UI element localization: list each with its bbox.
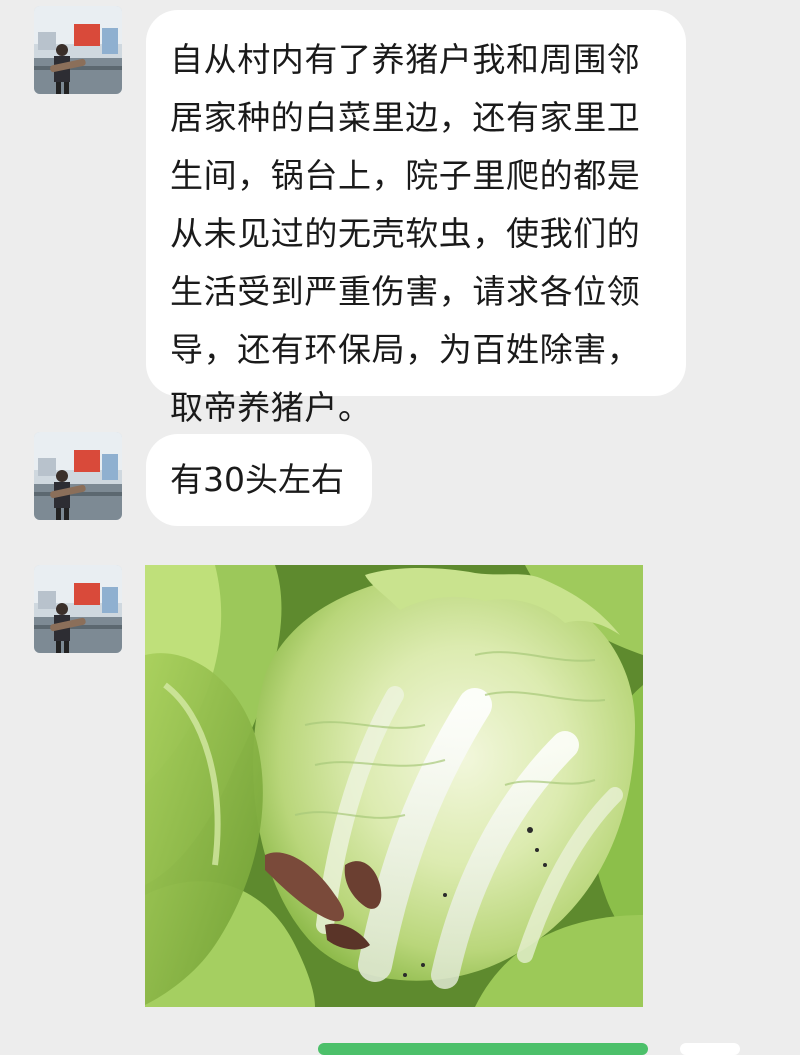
outgoing-bubble-edge [318,1043,648,1055]
message-row [0,565,800,1010]
message-row: 有30头左右 [0,428,800,538]
avatar[interactable] [34,432,122,520]
avatar-image [34,6,122,94]
avatar-image [34,565,122,653]
avatar[interactable] [34,6,122,94]
cabbage-image [145,565,643,1007]
message-text: 自从村内有了养猪户我和周围邻居家种的白菜里边，还有家里卫生间，锅台上，院子里爬的… [170,40,641,427]
chat-window: 自从村内有了养猪户我和周围邻居家种的白菜里边，还有家里卫生间，锅台上，院子里爬的… [0,0,800,1055]
cabbage-photo[interactable] [145,565,643,1007]
avatar[interactable] [34,565,122,653]
message-row: 自从村内有了养猪户我和周围邻居家种的白菜里边，还有家里卫生间，锅台上，院子里爬的… [0,0,800,427]
message-bubble[interactable]: 自从村内有了养猪户我和周围邻居家种的白菜里边，还有家里卫生间，锅台上，院子里爬的… [146,10,686,427]
message-text: 有30头左右 [170,460,344,499]
message-bubble[interactable]: 有30头左右 [146,434,372,526]
outgoing-bubble-edge [680,1043,740,1055]
avatar-image [34,432,122,520]
